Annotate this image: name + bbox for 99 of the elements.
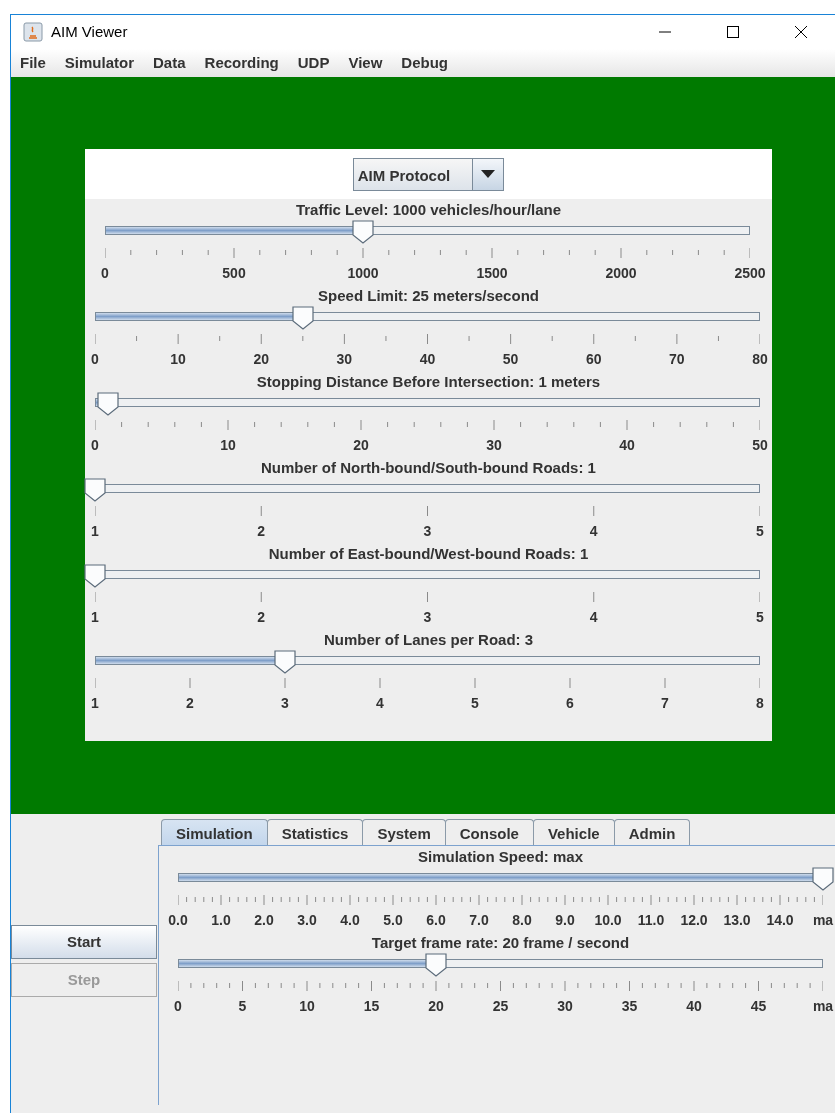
tick-label: 2500 xyxy=(733,264,767,283)
tick-label: 14.0 xyxy=(765,911,795,930)
slider-label: Stopping Distance Before Intersection: 1 meters xyxy=(255,372,602,391)
tick-label: 40 xyxy=(618,436,636,455)
tick-label: 30 xyxy=(556,997,574,1016)
tick-label: 2 xyxy=(185,694,195,713)
tick-label: 3.0 xyxy=(296,911,318,930)
tick-label: 9.0 xyxy=(554,911,576,930)
tick-label: 40 xyxy=(418,350,437,369)
menu-item[interactable]: Recording xyxy=(204,51,288,75)
protocol-dropdown[interactable]: AIM Protocol xyxy=(352,157,505,191)
tick-label: 10.0 xyxy=(593,911,623,930)
tick-label: 6.0 xyxy=(425,911,447,930)
tick-label: 500 xyxy=(221,264,247,283)
slider-thumb[interactable] xyxy=(290,306,315,330)
slider-label: Simulation Speed: max xyxy=(416,847,584,866)
menu-item[interactable]: UDP xyxy=(297,51,339,75)
tick-label: 5 xyxy=(470,694,480,713)
slider-thumb[interactable] xyxy=(351,220,375,244)
tick-label: 4.0 xyxy=(339,911,361,930)
tick-label: 4 xyxy=(588,608,599,627)
tick-label: 7.0 xyxy=(468,911,490,930)
tick-label: 11.0 xyxy=(636,911,666,930)
app-icon xyxy=(23,22,43,42)
tick-label: 0.0 xyxy=(167,911,189,930)
tick-label: 20 xyxy=(352,436,370,455)
slider-thumb[interactable] xyxy=(83,564,107,588)
window-title: AIM Viewer xyxy=(51,21,128,42)
slider-thumb[interactable] xyxy=(811,867,835,891)
tick-label: 1 xyxy=(90,522,100,541)
menu-item[interactable]: View xyxy=(348,51,392,75)
menu-item[interactable]: Debug xyxy=(401,51,457,75)
tick-label: 5 xyxy=(755,522,765,541)
tick-label: 35 xyxy=(620,997,639,1016)
tick-label: 0 xyxy=(173,997,183,1016)
slider-thumb[interactable] xyxy=(83,478,107,502)
tick-label: 20 xyxy=(427,997,445,1016)
tick-label: 3 xyxy=(422,522,433,541)
menu-item[interactable]: File xyxy=(20,51,55,75)
tab[interactable]: System xyxy=(362,819,446,845)
tick-label: 5 xyxy=(237,997,248,1016)
tick-label: 50 xyxy=(751,436,769,455)
menu-item[interactable]: Data xyxy=(153,51,195,75)
caret-icon xyxy=(481,170,496,178)
tick-label: 3 xyxy=(280,694,290,713)
tick-label: 5.0 xyxy=(382,911,404,930)
tick-label: 1 xyxy=(90,694,100,713)
tick-label: 40 xyxy=(685,997,703,1016)
slider-thumb[interactable] xyxy=(424,953,448,977)
tick-label: 45 xyxy=(749,997,768,1016)
tick-label: 8 xyxy=(755,694,765,713)
start-button[interactable]: Start xyxy=(11,925,157,959)
tick-label: 2 xyxy=(256,608,267,627)
tick-label: 8.0 xyxy=(511,911,533,930)
tick-label: 12.0 xyxy=(679,911,709,930)
tick-label: 15 xyxy=(362,997,381,1016)
tick-label: 20 xyxy=(252,350,271,369)
tick-label: 10 xyxy=(169,350,187,369)
tick-label: 7 xyxy=(660,694,670,713)
slider-label: Traffic Level: 1000 vehicles/hour/lane xyxy=(294,200,563,219)
slider-label: Number of East-bound/West-bound Roads: 1 xyxy=(267,544,590,563)
tick-label: 10 xyxy=(219,436,237,455)
tick-label: 4 xyxy=(588,522,599,541)
tick-label: 3 xyxy=(422,608,433,627)
tick-label: 0 xyxy=(90,436,100,455)
tick-label: 2 xyxy=(256,522,267,541)
maximize-icon[interactable] xyxy=(725,24,741,40)
close-icon[interactable] xyxy=(793,24,809,40)
tick-label: 5 xyxy=(755,608,765,627)
tick-label: 0 xyxy=(90,350,100,369)
slider-thumb[interactable] xyxy=(273,650,297,674)
tick-label: 6 xyxy=(565,694,575,713)
tick-label: 70 xyxy=(668,350,686,369)
tick-label: 10 xyxy=(298,997,316,1016)
slider-label: Target frame rate: 20 frame / second xyxy=(370,933,631,952)
tick-label: 60 xyxy=(584,350,603,369)
tick-label: 13.0 xyxy=(722,911,752,930)
tick-label: 1 xyxy=(90,608,100,627)
tick-label: 50 xyxy=(501,350,520,369)
tick-label: 1.0 xyxy=(210,911,232,930)
tick-label: 0 xyxy=(100,264,110,283)
tab[interactable]: Admin xyxy=(613,819,691,845)
slider-label: Number of North-bound/South-bound Roads: 1 xyxy=(260,458,597,477)
tick-label: ma xyxy=(811,911,835,930)
tick-label: 2.0 xyxy=(253,911,275,930)
tab[interactable]: Simulation xyxy=(161,819,268,845)
slider-label: Number of Lanes per Road: 3 xyxy=(322,630,535,649)
tick-label: 1500 xyxy=(475,264,509,283)
tick-label: 25 xyxy=(491,997,510,1016)
menu-item[interactable]: Simulator xyxy=(64,51,144,75)
slider-thumb[interactable] xyxy=(96,392,121,416)
tick-label: 80 xyxy=(751,350,769,369)
tick-label: ma xyxy=(811,997,835,1016)
tick-label: 1000 xyxy=(346,264,380,283)
slider-label: Speed Limit: 25 meters/second xyxy=(317,286,540,305)
tick-label: 4 xyxy=(375,694,385,713)
tick-label: 2000 xyxy=(604,264,638,283)
tick-label: 30 xyxy=(335,350,354,369)
tick-label: 30 xyxy=(485,436,503,455)
